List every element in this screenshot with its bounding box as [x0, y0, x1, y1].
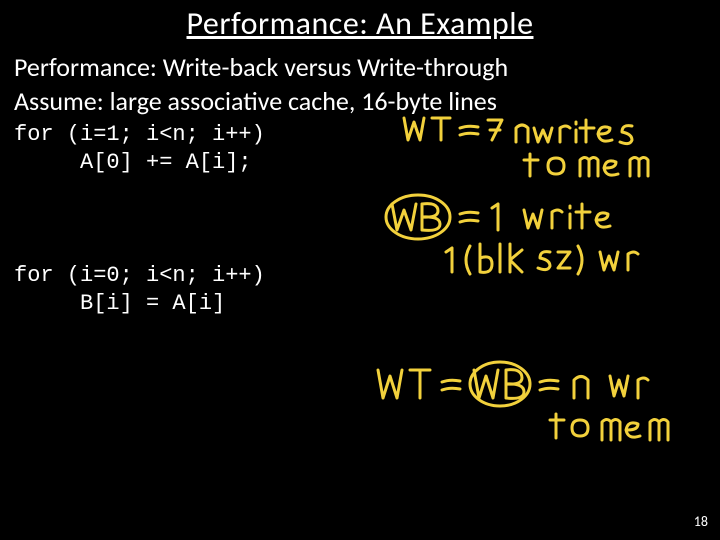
code-block-1: for (i=1; i<n; i++) A[0] += A[i];	[0, 117, 720, 176]
code-line: for (i=1; i<n; i++)	[14, 122, 265, 147]
slide-subtitle: Performance: Write-back versus Write-thr…	[0, 43, 720, 83]
slide-assumption: Assume: large associative cache, 16-byte…	[0, 83, 720, 117]
code-line: B[i] = A[i]	[14, 291, 225, 316]
code-line: A[0] += A[i];	[14, 150, 252, 175]
slide-title: Performance: An Example	[0, 0, 720, 43]
code-block-2: for (i=0; i<n; i++) B[i] = A[i]	[0, 176, 720, 317]
page-number: 18	[694, 513, 708, 530]
code-line: for (i=0; i<n; i++)	[14, 263, 265, 288]
